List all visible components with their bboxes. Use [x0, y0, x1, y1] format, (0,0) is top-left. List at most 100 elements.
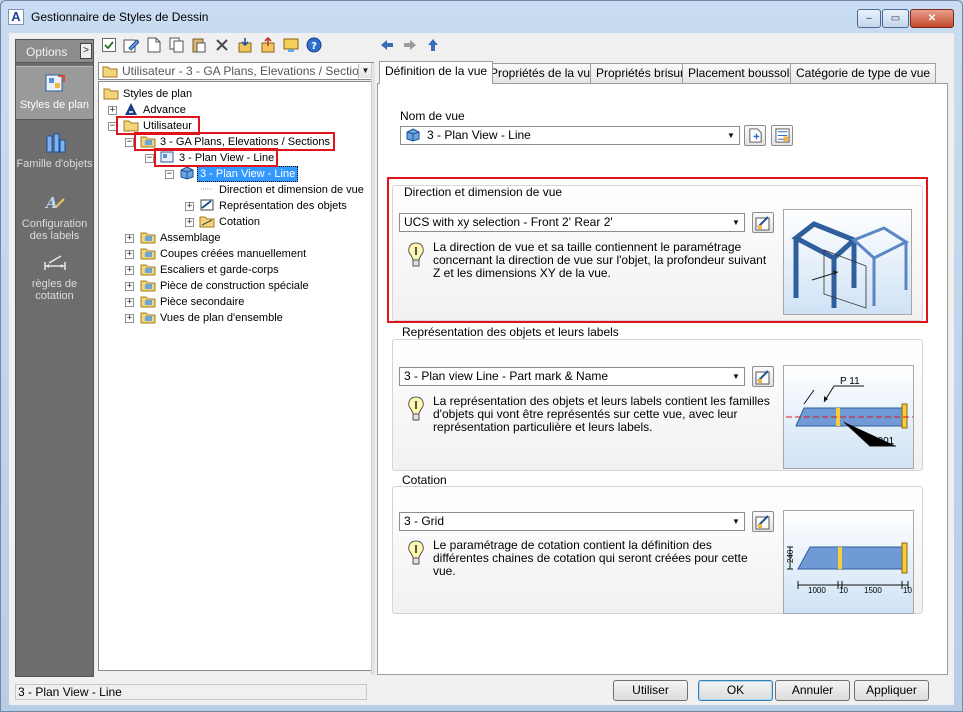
- import-icon[interactable]: [237, 37, 253, 53]
- tab-categorie-type-vue[interactable]: Catégorie de type de vue: [790, 63, 937, 83]
- tree-collapse-icon[interactable]: −: [145, 154, 154, 163]
- tree-node-piece-secondaire[interactable]: Pièce secondaire: [140, 294, 246, 310]
- tree-node-plan-view-line[interactable]: 3 - Plan View - Line: [159, 150, 276, 166]
- nav-item-label: Configuration des labels: [21, 218, 88, 242]
- dropdown-arrow-icon[interactable]: ▼: [730, 370, 742, 383]
- tree-expand-icon[interactable]: +: [185, 218, 194, 227]
- options-toggle-button[interactable]: >: [80, 43, 92, 59]
- tab-proprietes-vue[interactable]: Propriétés de la vue: [484, 63, 603, 83]
- dimension-rules-icon: [43, 255, 66, 270]
- tree-node-ga-plans[interactable]: 3 - GA Plans, Elevations / Sections: [140, 134, 332, 150]
- advance-logo-icon: [125, 103, 137, 115]
- info-bulb-icon: [408, 396, 424, 421]
- representation-group-title: Représentation des objets et leurs label…: [402, 325, 619, 339]
- tree-node-plan-view-line-selected[interactable]: 3 - Plan View - Line: [179, 166, 299, 182]
- tree-collapse-icon[interactable]: −: [165, 170, 174, 179]
- tree-node-escaliers[interactable]: Escaliers et garde-corps: [140, 262, 281, 278]
- tree-node-root[interactable]: Styles de plan: [103, 86, 194, 102]
- tree-expand-icon[interactable]: +: [125, 314, 134, 323]
- tree-expand-icon[interactable]: +: [185, 202, 194, 211]
- folder-open-icon: [103, 88, 119, 100]
- label-config-icon: A: [44, 194, 65, 212]
- folder-open-icon: [123, 120, 139, 132]
- ok-button[interactable]: OK: [698, 680, 773, 701]
- export-icon[interactable]: [260, 37, 276, 53]
- up-arrow-icon[interactable]: [425, 37, 441, 53]
- tree-node-label: Cotation: [219, 216, 260, 228]
- tree-node-label: Pièce de construction spéciale: [160, 280, 309, 292]
- representation-dropdown[interactable]: 3 - Plan view Line - Part mark & Name ▼: [399, 367, 745, 386]
- help-icon[interactable]: ?: [306, 37, 322, 53]
- tree-node-vues-ensemble[interactable]: Vues de plan d'ensemble: [140, 310, 285, 326]
- use-button[interactable]: Utiliser: [613, 680, 688, 701]
- tree-node-coupes[interactable]: Coupes créées manuellement: [140, 246, 308, 262]
- highlight-direction-group: [387, 177, 928, 323]
- delete-icon[interactable]: [214, 37, 230, 53]
- view-list-button[interactable]: [771, 125, 793, 146]
- tree-node-advance[interactable]: Advance: [123, 102, 188, 118]
- dropdown-arrow-icon[interactable]: ▼: [725, 129, 737, 142]
- tree-node-piece-speciale[interactable]: Pièce de construction spéciale: [140, 278, 311, 294]
- tree-node-cotation[interactable]: Cotation: [199, 214, 262, 230]
- preview-dim-240: 240: [786, 549, 795, 563]
- tree-node-label: Pièce secondaire: [160, 296, 245, 308]
- representation-description: La représentation des objets et leurs la…: [433, 394, 770, 434]
- tree-expand-icon[interactable]: +: [108, 106, 117, 115]
- maximize-button[interactable]: ▭: [882, 9, 909, 28]
- nav-item-famille-objets[interactable]: Famille d'objets: [16, 132, 93, 192]
- tree-path-combo[interactable]: Utilisateur - 3 - GA Plans, Elevations /…: [98, 62, 374, 80]
- edit-icon[interactable]: [123, 37, 139, 53]
- tree-collapse-icon[interactable]: −: [108, 122, 117, 131]
- cotation-value: 3 - Grid: [404, 514, 445, 528]
- dotted-connector-icon: [201, 188, 213, 190]
- tree-expand-icon[interactable]: +: [125, 266, 134, 275]
- minimize-button[interactable]: –: [857, 9, 881, 28]
- title-bar[interactable]: A Gestionnaire de Styles de Dessin – ▭ ✕: [1, 1, 962, 33]
- tree-node-representation[interactable]: Représentation des objets: [199, 198, 349, 214]
- tab-placement-boussole[interactable]: Placement boussole: [682, 63, 803, 83]
- tree-expand-icon[interactable]: +: [125, 250, 134, 259]
- view-name-dropdown[interactable]: 3 - Plan View - Line ▼: [400, 126, 740, 145]
- check-icon[interactable]: [101, 37, 117, 53]
- tree-collapse-icon[interactable]: −: [125, 138, 134, 147]
- paste-icon[interactable]: [191, 37, 207, 53]
- nav-item-label: règles de cotation: [31, 278, 78, 302]
- representation-edit-button[interactable]: [752, 366, 774, 387]
- panel-splitter[interactable]: [371, 63, 375, 675]
- view-style-icon: [160, 151, 174, 163]
- copy-icon[interactable]: [169, 37, 185, 53]
- tree-node-direction[interactable]: Direction et dimension de vue: [199, 182, 366, 198]
- nav-item-styles-de-plan[interactable]: Styles de plan: [16, 66, 93, 120]
- close-button[interactable]: ✕: [910, 9, 954, 28]
- cotation-dropdown[interactable]: 3 - Grid ▼: [399, 512, 745, 531]
- folder-icon: [102, 66, 118, 78]
- apply-button[interactable]: Appliquer: [854, 680, 929, 701]
- nav-item-configuration-labels[interactable]: A Configuration des labels: [16, 192, 93, 252]
- dropdown-arrow-icon[interactable]: ▼: [730, 515, 742, 528]
- tab-definition-vue[interactable]: Définition de la vue: [379, 61, 494, 84]
- tab-proprietes-brisure[interactable]: Propriétés brisure: [590, 63, 697, 83]
- new-icon[interactable]: [146, 37, 162, 53]
- back-arrow-icon[interactable]: [379, 37, 395, 53]
- svg-text:?: ?: [311, 41, 317, 52]
- nav-item-regles-cotation[interactable]: règles de cotation: [16, 252, 93, 312]
- cotation-description: Le paramétrage de cotation contient la d…: [433, 538, 748, 578]
- representation-group: Représentation des objets et leurs label…: [392, 325, 923, 471]
- tree-node-label: Représentation des objets: [219, 200, 347, 212]
- tools-icon[interactable]: [283, 37, 299, 53]
- app-logo-icon: A: [8, 9, 24, 25]
- tree-node-utilisateur[interactable]: Utilisateur: [123, 118, 194, 134]
- new-view-button[interactable]: [744, 125, 766, 146]
- tree-expand-icon[interactable]: +: [125, 234, 134, 243]
- tree-node-assemblage[interactable]: Assemblage: [140, 230, 223, 246]
- dimension-folder-icon: [199, 216, 215, 228]
- forward-arrow-icon[interactable]: [402, 37, 418, 53]
- style-folder-icon: [140, 232, 156, 244]
- tree-expand-icon[interactable]: +: [125, 298, 134, 307]
- cotation-edit-button[interactable]: [752, 511, 774, 532]
- preview-dim-1500: 1500: [864, 586, 882, 595]
- cancel-button[interactable]: Annuler: [775, 680, 850, 701]
- tree-node-label: 3 - Plan View - Line: [179, 152, 275, 164]
- tree-expand-icon[interactable]: +: [125, 282, 134, 291]
- combo-arrow-icon[interactable]: ▼: [358, 64, 372, 78]
